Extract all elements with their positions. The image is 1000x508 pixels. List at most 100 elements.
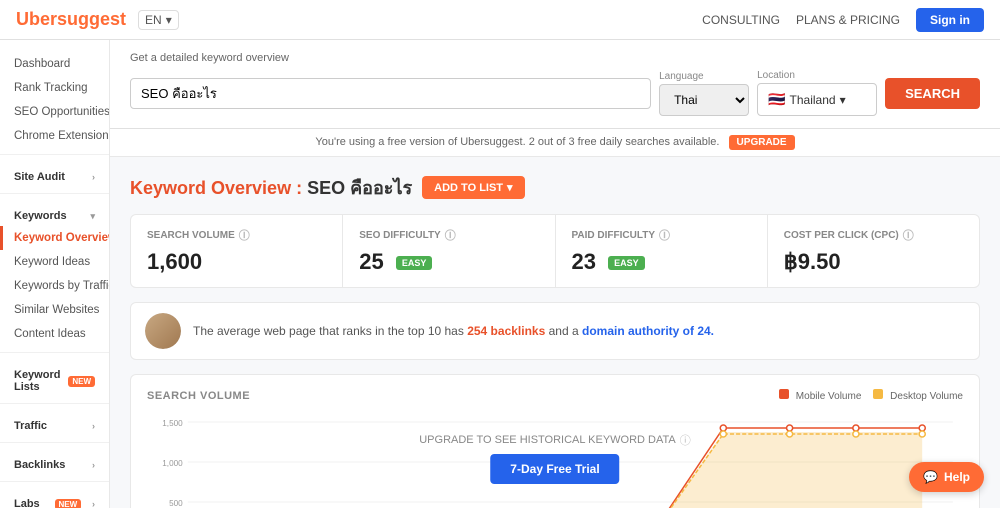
sidebar-section-site-audit[interactable]: Site Audit › <box>0 161 109 187</box>
chart-upgrade-text: UPGRADE TO SEE HISTORICAL KEYWORD DATA ⓘ <box>419 432 691 448</box>
stats-row: SEARCH VOLUME ⓘ 1,600 SEO DIFFICULTY ⓘ 2… <box>130 214 980 288</box>
sidebar-section-traffic[interactable]: Traffic › <box>0 410 109 436</box>
paid-difficulty-badge: EASY <box>608 256 645 270</box>
chevron-right-icon: › <box>92 172 95 182</box>
traffic-label: Traffic <box>14 420 47 432</box>
topnav-left: Ubersuggest EN ▾ <box>16 9 179 30</box>
sidebar-item-similar-websites[interactable]: Similar Websites <box>0 298 109 322</box>
info-bar: The average web page that ranks in the t… <box>130 302 980 360</box>
chart-section: SEARCH VOLUME Mobile Volume Desktop Volu… <box>130 374 980 508</box>
language-select[interactable]: Thai English <box>659 84 749 116</box>
chevron-right-icon-traffic: › <box>92 421 95 431</box>
sidebar-item-keywords-by-traffic[interactable]: Keywords by Traffic <box>0 274 109 298</box>
chevron-right-icon-labs: › <box>92 499 95 508</box>
sidebar: Dashboard Rank Tracking SEO Opportunitie… <box>0 40 110 508</box>
sidebar-item-dashboard[interactable]: Dashboard <box>0 52 109 76</box>
svg-text:1,000: 1,000 <box>162 459 183 468</box>
sidebar-item-content-ideas[interactable]: Content Ideas <box>0 322 109 346</box>
language-label: Language <box>659 71 749 82</box>
sidebar-divider-4 <box>0 403 109 404</box>
free-trial-button[interactable]: 7-Day Free Trial <box>490 454 619 484</box>
help-icon: 💬 <box>923 470 938 484</box>
banner-upgrade-button[interactable]: UPGRADE <box>729 135 795 150</box>
chevron-down-icon-kw: ▾ <box>90 211 95 222</box>
sidebar-item-keyword-ideas[interactable]: Keyword Ideas <box>0 250 109 274</box>
sidebar-divider-2 <box>0 193 109 194</box>
sidebar-section-labs[interactable]: Labs NEW › <box>0 488 109 508</box>
sidebar-divider-5 <box>0 442 109 443</box>
stat-label-seo-difficulty: SEO DIFFICULTY ⓘ <box>359 227 538 243</box>
help-label: Help <box>944 470 970 484</box>
kw-title: Keyword Overview : SEO คืออะไร <box>130 173 412 202</box>
kw-keyword: SEO คืออะไร <box>307 178 412 198</box>
sidebar-section-keywords[interactable]: Keywords ▾ <box>0 200 109 226</box>
stat-value-seo-difficulty: 25 EASY <box>359 249 538 275</box>
chart-upgrade-overlay: UPGRADE TO SEE HISTORICAL KEYWORD DATA ⓘ… <box>419 432 691 484</box>
search-section: Get a detailed keyword overview Language… <box>110 40 1000 129</box>
signin-button[interactable]: Sign in <box>916 8 984 32</box>
upgrade-banner: You're using a free version of Ubersugge… <box>110 129 1000 157</box>
stat-label-cpc: COST PER CLICK (CPC) ⓘ <box>784 227 963 243</box>
kw-separator: : <box>296 178 307 198</box>
avatar-image <box>145 313 181 349</box>
pricing-link[interactable]: PLANS & PRICING <box>796 13 900 27</box>
chart-title: SEARCH VOLUME <box>147 390 250 402</box>
info-icon-sv[interactable]: ⓘ <box>239 227 250 243</box>
sidebar-item-chrome-extension[interactable]: Chrome Extension <box>0 124 109 148</box>
sidebar-divider-6 <box>0 481 109 482</box>
chevron-down-icon: ▾ <box>166 13 172 27</box>
search-input[interactable] <box>130 78 651 109</box>
help-button[interactable]: 💬 Help <box>909 462 984 492</box>
labs-badge: NEW <box>55 499 82 508</box>
info-icon-seo[interactable]: ⓘ <box>445 227 456 243</box>
keywords-label: Keywords <box>14 210 67 222</box>
chart-legend: Mobile Volume Desktop Volume <box>779 389 963 402</box>
chevron-down-icon-list: ▾ <box>507 181 513 194</box>
stat-value-search-volume: 1,600 <box>147 249 326 275</box>
mobile-volume-label: Mobile Volume <box>796 391 862 402</box>
chart-area: UPGRADE TO SEE HISTORICAL KEYWORD DATA ⓘ… <box>147 412 963 508</box>
lang-label: EN <box>145 13 162 27</box>
consulting-link[interactable]: CONSULTING <box>702 13 780 27</box>
stat-value-cpc: ฿9.50 <box>784 249 963 275</box>
topnav-right: CONSULTING PLANS & PRICING Sign in <box>702 8 984 32</box>
stat-card-seo-difficulty: SEO DIFFICULTY ⓘ 25 EASY <box>343 215 555 287</box>
info-text-middle: and a <box>549 324 579 338</box>
search-button[interactable]: SEARCH <box>885 78 980 109</box>
sidebar-item-keyword-overview[interactable]: Keyword Overview <box>0 226 109 250</box>
chart-header: SEARCH VOLUME Mobile Volume Desktop Volu… <box>147 389 963 402</box>
stat-card-search-volume: SEARCH VOLUME ⓘ 1,600 <box>131 215 343 287</box>
banner-count: 2 out of 3 free daily searches available… <box>529 136 720 148</box>
info-text-before: The average web page that ranks in the t… <box>193 324 464 338</box>
sidebar-item-seo-opportunities[interactable]: SEO Opportunities <box>0 100 109 124</box>
info-icon-paid[interactable]: ⓘ <box>659 227 670 243</box>
labs-label: Labs <box>14 498 40 508</box>
main-layout: Dashboard Rank Tracking SEO Opportunitie… <box>0 40 1000 508</box>
sidebar-section-keyword-lists[interactable]: Keyword Lists NEW <box>0 359 109 397</box>
info-icon-cpc[interactable]: ⓘ <box>903 227 914 243</box>
info-text: The average web page that ranks in the t… <box>193 324 714 338</box>
lang-selector[interactable]: EN ▾ <box>138 10 179 30</box>
svg-text:1,500: 1,500 <box>162 419 183 428</box>
desktop-volume-dot <box>873 389 883 399</box>
location-label: Location <box>757 70 877 81</box>
legend-desktop: Desktop Volume <box>873 389 963 402</box>
sidebar-divider <box>0 154 109 155</box>
backlinks-highlight: 254 backlinks <box>467 324 545 338</box>
search-row: Language Thai English Location 🇹🇭 Thaila… <box>130 70 980 116</box>
kw-title-prefix: Keyword Overview <box>130 178 291 198</box>
desktop-volume-label: Desktop Volume <box>890 391 963 402</box>
location-select[interactable]: 🇹🇭 Thailand ▾ <box>757 83 877 116</box>
svg-text:500: 500 <box>169 499 183 508</box>
domain-auth-highlight: domain authority of 24. <box>582 324 714 338</box>
info-icon-chart[interactable]: ⓘ <box>680 432 691 448</box>
sidebar-section-backlinks[interactable]: Backlinks › <box>0 449 109 475</box>
sidebar-item-rank-tracking[interactable]: Rank Tracking <box>0 76 109 100</box>
seo-difficulty-badge: EASY <box>396 256 433 270</box>
keyword-lists-label: Keyword Lists <box>14 369 64 393</box>
stat-value-paid-difficulty: 23 EASY <box>572 249 751 275</box>
avatar <box>145 313 181 349</box>
topnav: Ubersuggest EN ▾ CONSULTING PLANS & PRIC… <box>0 0 1000 40</box>
add-to-list-button[interactable]: ADD TO LIST ▾ <box>422 176 524 199</box>
site-audit-label: Site Audit <box>14 171 65 183</box>
